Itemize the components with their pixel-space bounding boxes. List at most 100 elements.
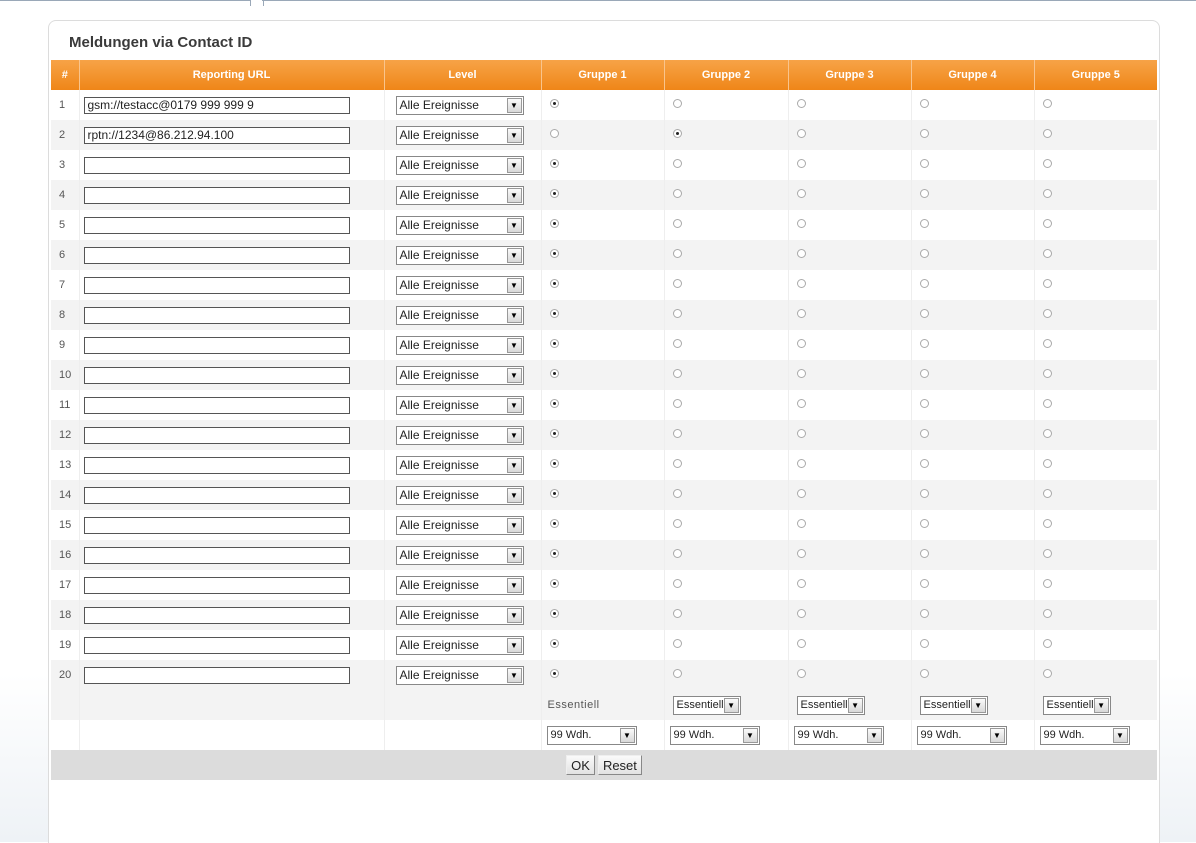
level-select[interactable]: Alle Ereignisse ▼ bbox=[395, 455, 524, 475]
chevron-down-icon[interactable]: ▼ bbox=[506, 607, 522, 623]
gruppe-5-radio[interactable] bbox=[1042, 189, 1052, 198]
reporting-url-input[interactable] bbox=[83, 96, 350, 114]
gruppe-5-radio[interactable] bbox=[1042, 519, 1052, 528]
reporting-url-input[interactable] bbox=[83, 336, 350, 354]
gruppe-3-radio[interactable] bbox=[796, 609, 806, 618]
essential-select-gruppe-5[interactable]: Essentiell ▼ bbox=[1042, 695, 1111, 715]
gruppe-1-radio[interactable] bbox=[549, 219, 559, 228]
gruppe-5-radio[interactable] bbox=[1042, 219, 1052, 228]
gruppe-5-radio[interactable] bbox=[1042, 489, 1052, 498]
gruppe-4-radio[interactable] bbox=[919, 279, 929, 288]
gruppe-3-radio[interactable] bbox=[796, 579, 806, 588]
repeat-select-gruppe-5[interactable]: 99 Wdh. ▼ bbox=[1039, 725, 1130, 745]
gruppe-1-radio[interactable] bbox=[549, 669, 559, 678]
chevron-down-icon[interactable]: ▼ bbox=[506, 157, 522, 173]
gruppe-4-radio[interactable] bbox=[919, 639, 929, 648]
reporting-url-input[interactable] bbox=[83, 546, 350, 564]
gruppe-2-radio[interactable] bbox=[672, 279, 682, 288]
gruppe-5-radio[interactable] bbox=[1042, 249, 1052, 258]
gruppe-3-radio[interactable] bbox=[796, 129, 806, 138]
gruppe-2-radio[interactable] bbox=[672, 669, 682, 678]
gruppe-4-radio[interactable] bbox=[919, 339, 929, 348]
gruppe-1-radio[interactable] bbox=[549, 309, 559, 318]
gruppe-3-radio[interactable] bbox=[796, 309, 806, 318]
level-select[interactable]: Alle Ereignisse ▼ bbox=[395, 275, 524, 295]
gruppe-5-radio[interactable] bbox=[1042, 669, 1052, 678]
gruppe-2-radio[interactable] bbox=[672, 249, 682, 258]
gruppe-4-radio[interactable] bbox=[919, 249, 929, 258]
chevron-down-icon[interactable]: ▼ bbox=[1093, 697, 1109, 713]
gruppe-4-radio[interactable] bbox=[919, 309, 929, 318]
gruppe-2-radio[interactable] bbox=[672, 339, 682, 348]
gruppe-5-radio[interactable] bbox=[1042, 129, 1052, 138]
gruppe-3-radio[interactable] bbox=[796, 639, 806, 648]
chevron-down-icon[interactable]: ▼ bbox=[723, 697, 739, 713]
level-select[interactable]: Alle Ereignisse ▼ bbox=[395, 425, 524, 445]
gruppe-4-radio[interactable] bbox=[919, 369, 929, 378]
gruppe-3-radio[interactable] bbox=[796, 159, 806, 168]
gruppe-3-radio[interactable] bbox=[796, 369, 806, 378]
gruppe-1-radio[interactable] bbox=[549, 639, 559, 648]
gruppe-2-radio[interactable] bbox=[672, 189, 682, 198]
reporting-url-input[interactable] bbox=[83, 366, 350, 384]
gruppe-5-radio[interactable] bbox=[1042, 399, 1052, 408]
gruppe-5-radio[interactable] bbox=[1042, 99, 1052, 108]
chevron-down-icon[interactable]: ▼ bbox=[506, 397, 522, 413]
level-select[interactable]: Alle Ereignisse ▼ bbox=[395, 515, 524, 535]
level-select[interactable]: Alle Ereignisse ▼ bbox=[395, 245, 524, 265]
gruppe-2-radio[interactable] bbox=[672, 489, 682, 498]
level-select[interactable]: Alle Ereignisse ▼ bbox=[395, 635, 524, 655]
gruppe-3-radio[interactable] bbox=[796, 459, 806, 468]
gruppe-2-radio[interactable] bbox=[672, 609, 682, 618]
gruppe-4-radio[interactable] bbox=[919, 189, 929, 198]
gruppe-3-radio[interactable] bbox=[796, 429, 806, 438]
level-select[interactable]: Alle Ereignisse ▼ bbox=[395, 665, 524, 685]
reporting-url-input[interactable] bbox=[83, 126, 350, 144]
chevron-down-icon[interactable]: ▼ bbox=[506, 517, 522, 533]
gruppe-3-radio[interactable] bbox=[796, 219, 806, 228]
reporting-url-input[interactable] bbox=[83, 606, 350, 624]
chevron-down-icon[interactable]: ▼ bbox=[506, 577, 522, 593]
repeat-select-gruppe-3[interactable]: 99 Wdh. ▼ bbox=[793, 725, 884, 745]
gruppe-2-radio[interactable] bbox=[672, 309, 682, 318]
chevron-down-icon[interactable]: ▼ bbox=[506, 337, 522, 353]
gruppe-2-radio[interactable] bbox=[672, 99, 682, 108]
gruppe-3-radio[interactable] bbox=[796, 549, 806, 558]
chevron-down-icon[interactable]: ▼ bbox=[506, 277, 522, 293]
gruppe-4-radio[interactable] bbox=[919, 399, 929, 408]
level-select[interactable]: Alle Ereignisse ▼ bbox=[395, 305, 524, 325]
gruppe-5-radio[interactable] bbox=[1042, 459, 1052, 468]
gruppe-4-radio[interactable] bbox=[919, 159, 929, 168]
gruppe-2-radio[interactable] bbox=[672, 549, 682, 558]
gruppe-5-radio[interactable] bbox=[1042, 159, 1052, 168]
gruppe-5-radio[interactable] bbox=[1042, 609, 1052, 618]
gruppe-1-radio[interactable] bbox=[549, 339, 559, 348]
gruppe-2-radio[interactable] bbox=[672, 219, 682, 228]
gruppe-2-radio[interactable] bbox=[672, 459, 682, 468]
gruppe-2-radio[interactable] bbox=[672, 399, 682, 408]
level-select[interactable]: Alle Ereignisse ▼ bbox=[395, 335, 524, 355]
gruppe-5-radio[interactable] bbox=[1042, 309, 1052, 318]
gruppe-5-radio[interactable] bbox=[1042, 339, 1052, 348]
gruppe-2-radio[interactable] bbox=[672, 369, 682, 378]
gruppe-5-radio[interactable] bbox=[1042, 429, 1052, 438]
repeat-select-gruppe-4[interactable]: 99 Wdh. ▼ bbox=[916, 725, 1007, 745]
gruppe-5-radio[interactable] bbox=[1042, 579, 1052, 588]
chevron-down-icon[interactable]: ▼ bbox=[970, 697, 986, 713]
essential-select-gruppe-3[interactable]: Essentiell ▼ bbox=[796, 695, 865, 715]
reporting-url-input[interactable] bbox=[83, 636, 350, 654]
chevron-down-icon[interactable]: ▼ bbox=[506, 487, 522, 503]
level-select[interactable]: Alle Ereignisse ▼ bbox=[395, 155, 524, 175]
gruppe-4-radio[interactable] bbox=[919, 429, 929, 438]
gruppe-1-radio[interactable] bbox=[549, 369, 559, 378]
gruppe-3-radio[interactable] bbox=[796, 249, 806, 258]
gruppe-1-radio[interactable] bbox=[549, 279, 559, 288]
gruppe-4-radio[interactable] bbox=[919, 519, 929, 528]
gruppe-2-radio[interactable] bbox=[672, 159, 682, 168]
gruppe-3-radio[interactable] bbox=[796, 279, 806, 288]
gruppe-2-radio[interactable] bbox=[672, 429, 682, 438]
reporting-url-input[interactable] bbox=[83, 426, 350, 444]
chevron-down-icon[interactable]: ▼ bbox=[506, 217, 522, 233]
gruppe-1-radio[interactable] bbox=[549, 489, 559, 498]
gruppe-3-radio[interactable] bbox=[796, 99, 806, 108]
